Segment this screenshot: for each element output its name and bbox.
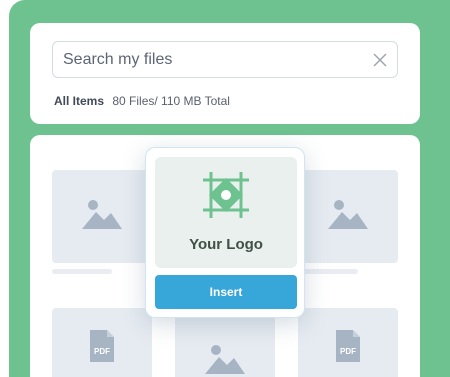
file-caption xyxy=(298,269,358,274)
image-icon xyxy=(328,199,368,234)
file-tile[interactable] xyxy=(175,308,275,377)
files-summary: All Items 80 Files/ 110 MB Total xyxy=(54,94,230,108)
file-tile[interactable]: PDF xyxy=(298,308,398,377)
files-stats: 80 Files/ 110 MB Total xyxy=(112,94,230,108)
all-items-label: All Items xyxy=(54,94,105,108)
pdf-file-icon: PDF xyxy=(90,329,114,367)
file-tile[interactable]: PDF xyxy=(52,308,152,377)
logo-text: Your Logo xyxy=(189,236,263,253)
search-box[interactable] xyxy=(52,41,398,78)
logo-preview: Your Logo xyxy=(155,157,297,268)
image-icon xyxy=(82,199,122,234)
pdf-label: PDF xyxy=(340,347,356,356)
close-icon[interactable] xyxy=(373,53,387,67)
pdf-file-icon: PDF xyxy=(336,329,360,367)
insert-button[interactable]: Insert xyxy=(155,275,297,309)
file-tile[interactable] xyxy=(298,170,398,263)
search-input[interactable] xyxy=(63,50,373,69)
image-icon xyxy=(205,344,245,377)
pdf-label: PDF xyxy=(94,347,110,356)
logo-popup: Your Logo Insert xyxy=(145,147,305,318)
file-caption xyxy=(52,269,112,274)
file-tile[interactable] xyxy=(52,170,152,263)
logo-icon xyxy=(201,170,251,225)
search-card: All Items 80 Files/ 110 MB Total xyxy=(30,23,420,124)
